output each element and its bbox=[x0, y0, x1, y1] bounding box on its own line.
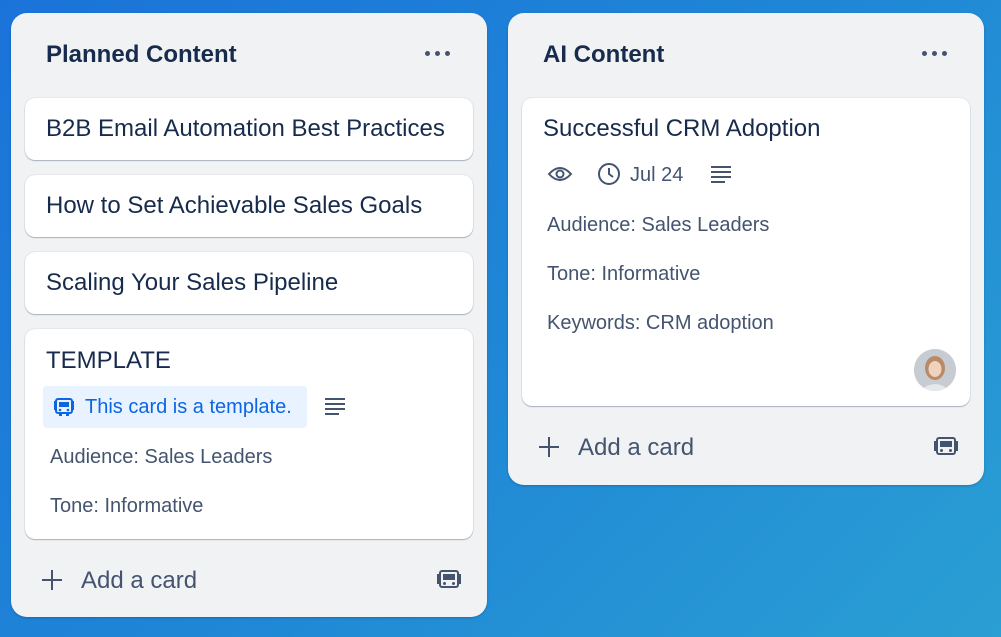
list-title[interactable]: Planned Content bbox=[46, 41, 237, 69]
card-template[interactable]: TEMPLATE This card is a template. Audien… bbox=[25, 329, 473, 539]
add-card-button[interactable]: Add a card bbox=[538, 428, 938, 468]
add-card-label: Add a card bbox=[578, 434, 695, 461]
create-from-template-icon bbox=[933, 437, 959, 464]
card-sales-goals[interactable]: How to Set Achievable Sales Goals bbox=[25, 175, 473, 237]
create-from-template-button[interactable] bbox=[436, 567, 462, 593]
list-planned-content: Planned Content B2B Email Automation Bes… bbox=[11, 13, 487, 617]
card-title: Successful CRM Adoption bbox=[543, 115, 821, 142]
card-title: Scaling Your Sales Pipeline bbox=[46, 269, 339, 296]
card-title: B2B Email Automation Best Practices bbox=[46, 115, 445, 142]
audience-label: Audience: Sales Leaders bbox=[50, 446, 273, 468]
card-title: How to Set Achievable Sales Goals bbox=[46, 192, 423, 219]
template-badge: This card is a template. bbox=[43, 386, 307, 428]
create-from-template-icon bbox=[436, 570, 462, 597]
avatar[interactable] bbox=[914, 349, 956, 391]
description-icon bbox=[710, 164, 732, 189]
list-ai-content: AI Content Successful CRM Adoption Jul 2… bbox=[508, 13, 984, 485]
list-menu-button[interactable] bbox=[421, 39, 455, 69]
description-icon bbox=[324, 396, 346, 421]
add-card-label: Add a card bbox=[81, 567, 198, 594]
create-from-template-button[interactable] bbox=[933, 434, 959, 460]
card-sales-pipeline[interactable]: Scaling Your Sales Pipeline bbox=[25, 252, 473, 314]
template-badge-label: This card is a template. bbox=[85, 396, 292, 418]
list-header: AI Content bbox=[543, 39, 960, 71]
due-date[interactable]: Jul 24 bbox=[630, 164, 683, 187]
clock-icon bbox=[597, 162, 621, 191]
watch-icon bbox=[547, 164, 573, 189]
audience-label: Audience: Sales Leaders bbox=[547, 214, 770, 236]
list-title[interactable]: AI Content bbox=[543, 41, 664, 69]
list-menu-button[interactable] bbox=[918, 39, 952, 69]
plus-icon bbox=[41, 569, 63, 591]
card-b2b-email[interactable]: B2B Email Automation Best Practices bbox=[25, 98, 473, 160]
list-header: Planned Content bbox=[46, 39, 463, 71]
tone-label: Tone: Informative bbox=[50, 495, 204, 517]
keywords-label: Keywords: CRM adoption bbox=[547, 312, 774, 334]
add-card-button[interactable]: Add a card bbox=[41, 561, 441, 601]
card-crm-adoption[interactable]: Successful CRM Adoption Jul 24 Audience:… bbox=[522, 98, 970, 406]
template-icon bbox=[53, 396, 75, 423]
tone-label: Tone: Informative bbox=[547, 263, 701, 285]
plus-icon bbox=[538, 436, 560, 458]
card-title: TEMPLATE bbox=[46, 347, 171, 374]
